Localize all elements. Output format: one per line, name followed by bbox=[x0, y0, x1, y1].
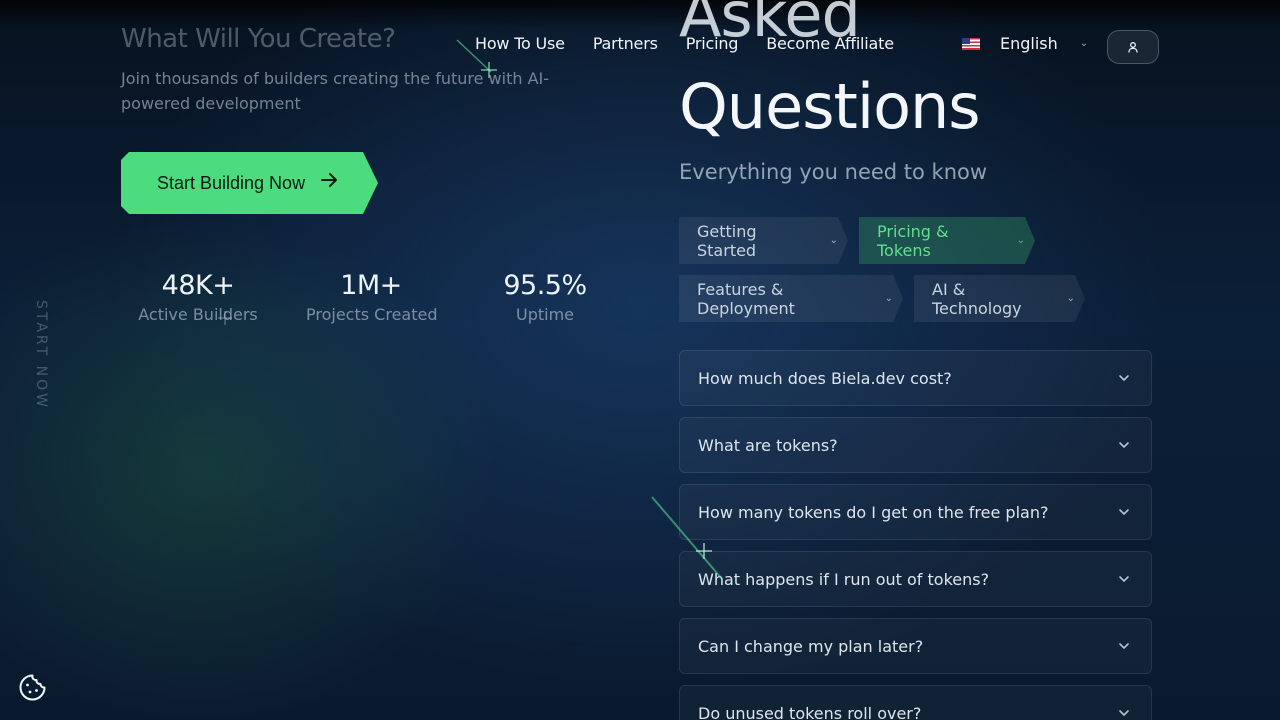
language-selector[interactable]: English ⌄ bbox=[962, 34, 1088, 53]
faq-title: Questions bbox=[679, 70, 981, 143]
nav-become-affiliate[interactable]: Become Affiliate bbox=[766, 34, 894, 53]
category-label: Getting Started bbox=[697, 221, 757, 260]
chevron-down-icon: ⌄ bbox=[1079, 38, 1089, 49]
nav-pricing[interactable]: Pricing bbox=[686, 34, 739, 53]
category-features-deployment[interactable]: Features & Deployment ⌄ bbox=[679, 275, 893, 322]
user-account-button[interactable] bbox=[1107, 30, 1159, 64]
nav-partners[interactable]: Partners bbox=[593, 34, 658, 53]
cta-label: Start Building Now bbox=[157, 172, 306, 193]
category-getting-started[interactable]: Getting Started ⌄ bbox=[679, 217, 838, 264]
question-text: What happens if I run out of tokens? bbox=[698, 569, 990, 589]
category-pricing-tokens[interactable]: Pricing & Tokens ⌄ bbox=[859, 217, 1025, 264]
main-nav: How To Use Partners Pricing Become Affil… bbox=[475, 34, 922, 53]
faq-question-run-out[interactable]: What happens if I run out of tokens? bbox=[679, 551, 1152, 607]
hero-title: What Will You Create? bbox=[121, 24, 396, 54]
category-label: Pricing & Tokens bbox=[877, 221, 949, 260]
chevron-down-icon bbox=[1117, 571, 1131, 590]
user-icon bbox=[1127, 38, 1139, 57]
question-text: Can I change my plan later? bbox=[698, 636, 924, 656]
question-text: How many tokens do I get on the free pla… bbox=[698, 502, 1049, 522]
question-text: Do unused tokens roll over? bbox=[698, 704, 922, 720]
chevron-down-icon: ⌄ bbox=[884, 293, 893, 304]
cookie-settings-button[interactable] bbox=[18, 673, 47, 702]
sparkle-decoration bbox=[215, 308, 235, 332]
category-ai-technology[interactable]: AI & Technology ⌄ bbox=[914, 275, 1075, 322]
hero-subtitle: Join thousands of builders creating the … bbox=[121, 69, 550, 113]
chevron-down-icon: ⌄ bbox=[1066, 293, 1075, 304]
category-label: Features & Deployment bbox=[697, 279, 795, 318]
start-building-button[interactable]: Start Building Now bbox=[121, 152, 378, 214]
stat-value: 95.5% bbox=[503, 270, 587, 301]
chevron-down-icon bbox=[1117, 437, 1131, 456]
stat-value: 48K+ bbox=[161, 270, 235, 301]
chevron-down-icon: ⌄ bbox=[1016, 235, 1025, 246]
start-now-vertical-text: START NOW bbox=[33, 300, 49, 410]
chevron-down-icon bbox=[1117, 638, 1131, 657]
faq-question-cost[interactable]: How much does Biela.dev cost? bbox=[679, 350, 1152, 406]
chevron-down-icon bbox=[1117, 504, 1131, 523]
language-label: English bbox=[1000, 34, 1058, 53]
stat-projects-created: 1M+ Projects Created bbox=[306, 270, 438, 324]
sparkle-decoration bbox=[650, 495, 730, 589]
stat-value: 1M+ bbox=[340, 270, 402, 301]
arrow-right-icon bbox=[319, 170, 339, 196]
stat-label: Projects Created bbox=[306, 305, 438, 324]
chevron-down-icon bbox=[1117, 705, 1131, 720]
chevron-down-icon bbox=[1117, 370, 1131, 389]
faq-subtitle: Everything you need to know bbox=[679, 160, 988, 184]
question-text: How much does Biela.dev cost? bbox=[698, 368, 952, 388]
chevron-down-icon: ⌄ bbox=[829, 235, 838, 246]
stat-uptime: 95.5% Uptime bbox=[480, 270, 610, 324]
us-flag-icon bbox=[962, 37, 980, 50]
faq-question-free-plan[interactable]: How many tokens do I get on the free pla… bbox=[679, 484, 1152, 540]
stat-active-builders: 48K+ Active Builders bbox=[133, 270, 263, 324]
faq-question-tokens[interactable]: What are tokens? bbox=[679, 417, 1152, 473]
faq-question-rollover[interactable]: Do unused tokens roll over? bbox=[679, 685, 1152, 720]
question-text: What are tokens? bbox=[698, 435, 838, 455]
faq-question-change-plan[interactable]: Can I change my plan later? bbox=[679, 618, 1152, 674]
cookie-icon bbox=[18, 674, 47, 706]
category-label: AI & Technology bbox=[932, 279, 1022, 318]
stat-label: Uptime bbox=[515, 305, 574, 324]
sparkle-decoration bbox=[455, 38, 505, 87]
stat-label: Active Builders bbox=[138, 305, 258, 324]
